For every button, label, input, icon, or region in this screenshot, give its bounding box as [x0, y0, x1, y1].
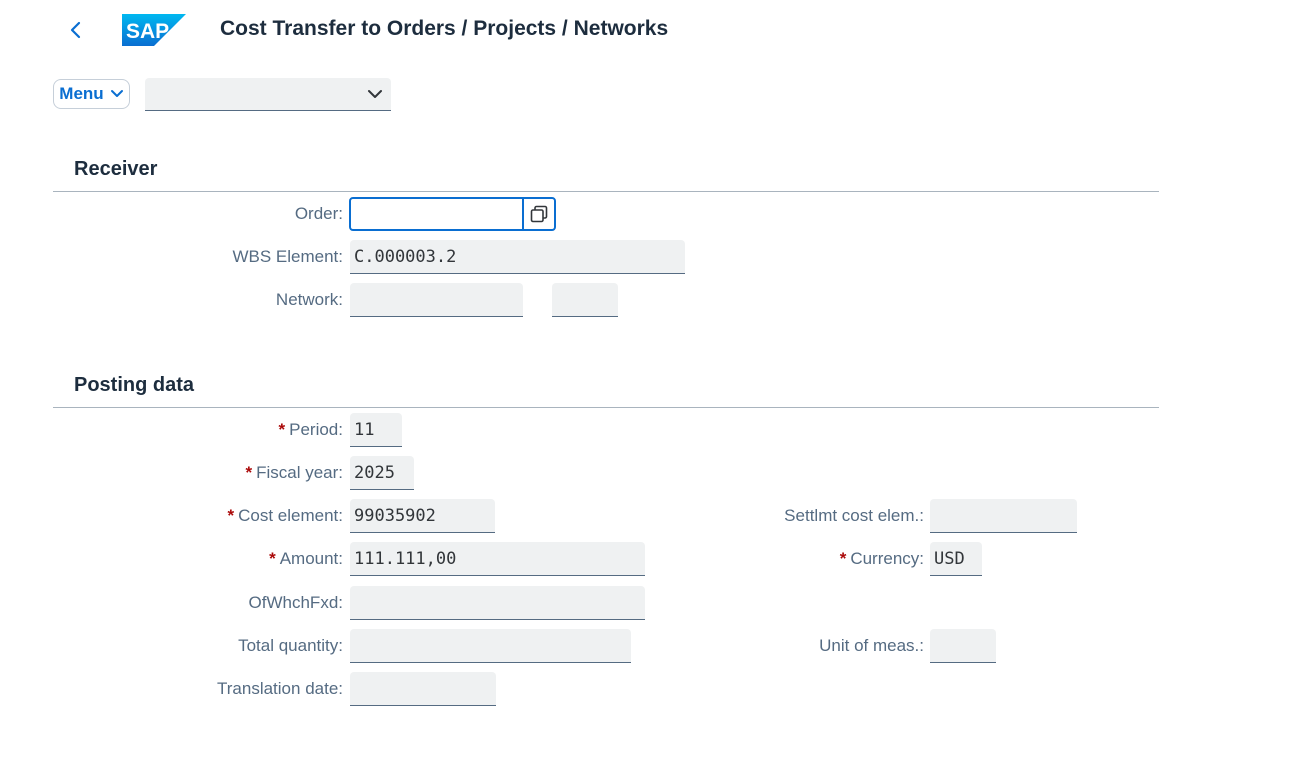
order-input[interactable]: [349, 197, 524, 231]
total-quantity-label: Total quantity:: [238, 636, 343, 655]
settlmt-cost-elem-label: Settlmt cost elem.:: [784, 506, 924, 525]
total-quantity-input[interactable]: [350, 629, 631, 663]
ofwhchfxd-input[interactable]: [350, 586, 645, 620]
menu-button[interactable]: Menu: [53, 79, 130, 109]
sap-logo-text: SAP: [126, 20, 169, 43]
fiscal-year-label: * Fiscal year:: [245, 463, 343, 482]
chevron-left-icon: [70, 21, 81, 39]
network-input[interactable]: [350, 283, 523, 317]
required-marker: *: [245, 463, 253, 482]
unit-of-measure-input[interactable]: [930, 629, 996, 663]
required-marker: *: [278, 420, 286, 439]
unit-of-measure-label: Unit of meas.:: [819, 636, 924, 655]
amount-label: * Amount:: [269, 549, 343, 568]
order-label: Order:: [294, 204, 343, 223]
value-help-icon: [530, 205, 548, 223]
network-activity-input[interactable]: [552, 283, 618, 317]
ofwhchfxd-label: OfWhchFxd:: [248, 593, 343, 612]
posting-data-divider: [53, 407, 1159, 408]
network-label: Network:: [275, 290, 343, 309]
wbs-element-input[interactable]: C.000003.2: [350, 240, 685, 274]
required-marker: *: [269, 549, 276, 568]
order-value-help-button[interactable]: [522, 197, 556, 231]
required-marker: *: [227, 506, 235, 525]
posting-data-section-title: Posting data: [74, 374, 195, 396]
currency-label: * Currency:: [839, 549, 924, 568]
chevron-down-icon: [110, 90, 123, 97]
receiver-divider: [53, 191, 1159, 192]
action-dropdown[interactable]: [145, 78, 391, 111]
chevron-down-icon: [368, 90, 382, 98]
currency-input[interactable]: USD: [930, 542, 982, 576]
fiscal-year-input[interactable]: 2025: [350, 456, 414, 490]
cost-element-input[interactable]: 99035902: [350, 499, 495, 533]
translation-date-label: Translation date:: [217, 679, 343, 698]
back-button[interactable]: [60, 14, 92, 46]
menu-button-label: Menu: [59, 84, 104, 103]
cost-element-label: * Cost element:: [227, 506, 343, 525]
page-title: Cost Transfer to Orders / Projects / Net…: [220, 17, 669, 40]
amount-input[interactable]: 111.111,00: [350, 542, 645, 576]
settlmt-cost-elem-input[interactable]: [930, 499, 1077, 533]
receiver-section-title: Receiver: [74, 158, 158, 180]
wbs-element-label: WBS Element:: [232, 247, 343, 266]
period-input[interactable]: 11: [350, 413, 402, 447]
sap-logo: SAP: [122, 14, 186, 46]
translation-date-input[interactable]: [350, 672, 496, 706]
period-label: * Period:: [278, 420, 344, 439]
required-marker: *: [839, 549, 847, 568]
